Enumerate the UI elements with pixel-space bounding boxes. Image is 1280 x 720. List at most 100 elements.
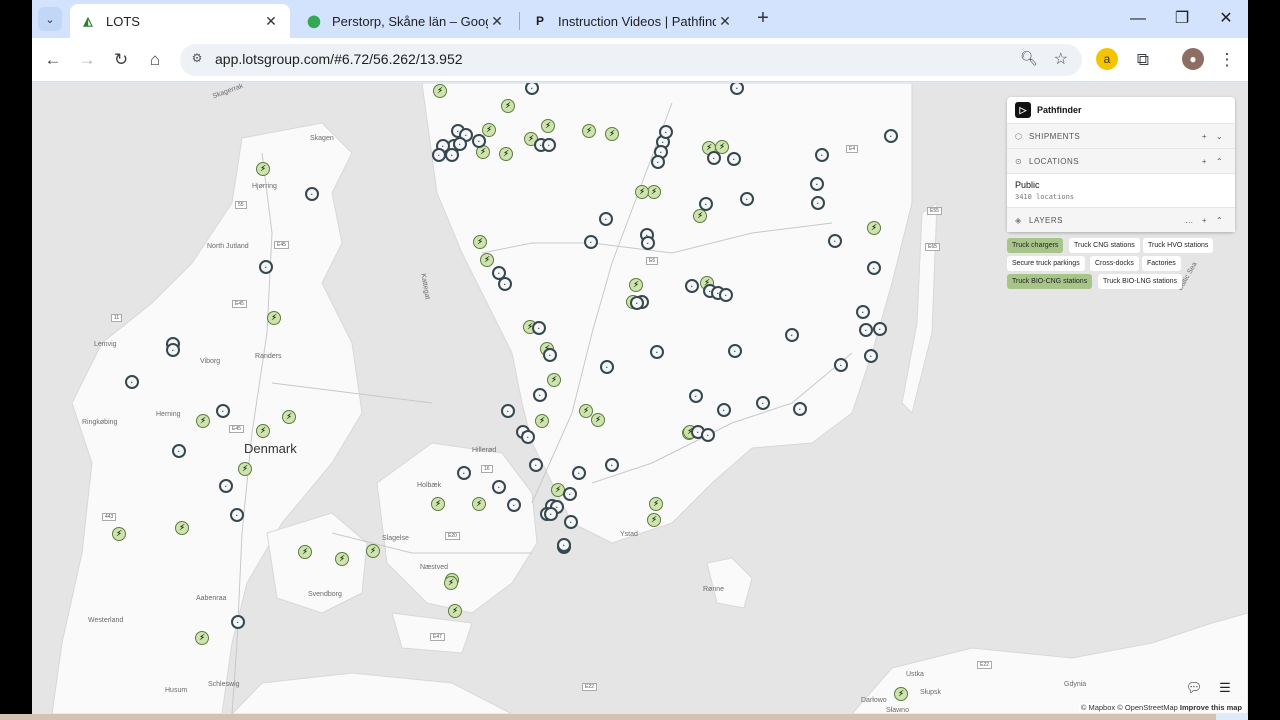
truck-charger-pin[interactable]: ⚡︎ bbox=[431, 497, 445, 511]
add-location-button[interactable]: + bbox=[1197, 157, 1212, 166]
truck-charger-pin[interactable]: ⚡︎ bbox=[894, 687, 908, 701]
map-canvas[interactable]: Skagen Hjørring North Jutland Lemvig Vib… bbox=[32, 83, 1248, 714]
truck-charger-pin[interactable]: ⚡︎ bbox=[195, 631, 209, 645]
gas-station-pin[interactable]: · bbox=[507, 498, 521, 512]
gas-station-pin[interactable]: · bbox=[557, 538, 571, 552]
close-tab-icon[interactable]: ✕ bbox=[716, 13, 734, 30]
gas-station-pin[interactable]: · bbox=[815, 148, 829, 162]
truck-charger-pin[interactable]: ⚡︎ bbox=[535, 414, 549, 428]
gas-station-pin[interactable]: · bbox=[564, 515, 578, 529]
layer-chip[interactable]: Truck BIO-CNG stations bbox=[1007, 274, 1093, 289]
layer-chip[interactable]: Factories bbox=[1142, 256, 1181, 271]
gas-station-pin[interactable]: · bbox=[599, 212, 613, 226]
truck-charger-pin[interactable]: ⚡︎ bbox=[256, 424, 270, 438]
gas-station-pin[interactable]: · bbox=[216, 404, 230, 418]
truck-charger-pin[interactable]: ⚡︎ bbox=[480, 253, 494, 267]
feedback-chat-icon[interactable]: 💬︎ bbox=[1185, 679, 1203, 697]
extensions-puzzle-icon[interactable]: ⧉ bbox=[1130, 47, 1156, 73]
truck-charger-pin[interactable]: ⚡︎ bbox=[629, 278, 643, 292]
tab-lots[interactable]: ◭ LOTS ✕ bbox=[70, 4, 290, 38]
gas-station-pin[interactable]: · bbox=[717, 403, 731, 417]
gas-station-pin[interactable]: · bbox=[685, 279, 699, 293]
gas-station-pin[interactable]: · bbox=[432, 148, 446, 162]
menu-kebab-icon[interactable]: ⋮ bbox=[1214, 47, 1240, 73]
location-list-item[interactable]: Public 3410 locations bbox=[1007, 173, 1235, 207]
layer-chip[interactable]: Truck CNG stations bbox=[1069, 238, 1140, 253]
gas-station-pin[interactable]: · bbox=[521, 430, 535, 444]
menu-hamburger-icon[interactable]: ☰ bbox=[1216, 679, 1234, 697]
url-text[interactable]: app.lotsgroup.com/#6.72/56.262/13.952 bbox=[215, 51, 463, 67]
truck-charger-pin[interactable]: ⚡︎ bbox=[256, 162, 270, 176]
gas-station-pin[interactable]: · bbox=[498, 277, 512, 291]
gas-station-pin[interactable]: · bbox=[793, 402, 807, 416]
chevron-down-icon[interactable]: ⌄ bbox=[1212, 132, 1227, 141]
truck-charger-pin[interactable]: ⚡︎ bbox=[196, 414, 210, 428]
layer-chip[interactable]: Truck chargers bbox=[1007, 238, 1064, 253]
gas-station-pin[interactable]: · bbox=[563, 487, 577, 501]
gas-station-pin[interactable]: · bbox=[529, 458, 543, 472]
gas-station-pin[interactable]: · bbox=[492, 480, 506, 494]
layer-chip[interactable]: Cross-docks bbox=[1090, 256, 1139, 271]
new-tab-button[interactable]: + bbox=[752, 8, 774, 30]
gas-station-pin[interactable]: · bbox=[125, 375, 139, 389]
truck-charger-pin[interactable]: ⚡︎ bbox=[582, 124, 596, 138]
gas-station-pin[interactable]: · bbox=[651, 155, 665, 169]
profile-avatar[interactable]: ● bbox=[1182, 48, 1204, 70]
reload-button[interactable]: ↻ bbox=[108, 47, 134, 73]
truck-charger-pin[interactable]: ⚡︎ bbox=[867, 221, 881, 235]
gas-station-pin[interactable]: · bbox=[472, 134, 486, 148]
address-bar[interactable]: ⚙ app.lotsgroup.com/#6.72/56.262/13.952 … bbox=[180, 44, 1082, 76]
gas-station-pin[interactable]: · bbox=[756, 396, 770, 410]
gas-station-pin[interactable]: · bbox=[532, 321, 546, 335]
extension-icon[interactable]: a bbox=[1096, 48, 1118, 70]
truck-charger-pin[interactable]: ⚡︎ bbox=[693, 209, 707, 223]
minimize-button[interactable]: — bbox=[1116, 6, 1160, 32]
truck-charger-pin[interactable]: ⚡︎ bbox=[472, 497, 486, 511]
gas-station-pin[interactable]: · bbox=[707, 151, 721, 165]
forward-button[interactable]: → bbox=[74, 47, 100, 73]
truck-charger-pin[interactable]: ⚡︎ bbox=[433, 84, 447, 98]
gas-station-pin[interactable]: · bbox=[641, 236, 655, 250]
gas-station-pin[interactable]: · bbox=[600, 360, 614, 374]
gas-station-pin[interactable]: · bbox=[457, 466, 471, 480]
truck-charger-pin[interactable]: ⚡︎ bbox=[366, 544, 380, 558]
truck-charger-pin[interactable]: ⚡︎ bbox=[547, 373, 561, 387]
truck-charger-pin[interactable]: ⚡︎ bbox=[591, 413, 605, 427]
gas-station-pin[interactable]: · bbox=[584, 235, 598, 249]
gas-station-pin[interactable]: · bbox=[811, 196, 825, 210]
gas-station-pin[interactable]: · bbox=[856, 305, 870, 319]
gas-station-pin[interactable]: · bbox=[785, 328, 799, 342]
gas-station-pin[interactable]: · bbox=[231, 615, 245, 629]
gas-station-pin[interactable]: · bbox=[719, 288, 733, 302]
gas-station-pin[interactable]: · bbox=[727, 152, 741, 166]
truck-charger-pin[interactable]: ⚡︎ bbox=[649, 497, 663, 511]
bookmark-star-icon[interactable]: ☆ bbox=[1054, 49, 1068, 69]
truck-charger-pin[interactable]: ⚡︎ bbox=[482, 123, 496, 137]
gas-station-pin[interactable]: · bbox=[166, 343, 180, 357]
gas-station-pin[interactable]: · bbox=[305, 187, 319, 201]
restore-button[interactable]: ❐ bbox=[1160, 6, 1204, 32]
gas-station-pin[interactable]: · bbox=[453, 137, 467, 151]
truck-charger-pin[interactable]: ⚡︎ bbox=[282, 410, 296, 424]
gas-station-pin[interactable]: · bbox=[867, 261, 881, 275]
site-settings-icon[interactable]: ⚙ bbox=[188, 51, 206, 69]
add-shipment-button[interactable]: + bbox=[1197, 132, 1212, 141]
chevron-up-icon[interactable]: ⌃ bbox=[1212, 216, 1227, 225]
gas-station-pin[interactable]: · bbox=[259, 260, 273, 274]
tab-pathfinder[interactable]: P Instruction Videos | Pathfinder ✕ bbox=[522, 4, 744, 38]
gas-station-pin[interactable]: · bbox=[828, 234, 842, 248]
gas-station-pin[interactable]: · bbox=[543, 348, 557, 362]
close-tab-icon[interactable]: ✕ bbox=[488, 13, 506, 30]
gas-station-pin[interactable]: · bbox=[864, 349, 878, 363]
truck-charger-pin[interactable]: ⚡︎ bbox=[501, 99, 515, 113]
gas-station-pin[interactable]: · bbox=[859, 323, 873, 337]
truck-charger-pin[interactable]: ⚡︎ bbox=[448, 604, 462, 618]
tab-search-button[interactable]: ⌄ bbox=[38, 7, 62, 31]
gas-station-pin[interactable]: · bbox=[834, 358, 848, 372]
gas-station-pin[interactable]: · bbox=[533, 388, 547, 402]
chevron-up-icon[interactable]: ⌃ bbox=[1212, 157, 1227, 166]
close-window-button[interactable]: ✕ bbox=[1204, 6, 1248, 32]
gas-station-pin[interactable]: · bbox=[884, 129, 898, 143]
truck-charger-pin[interactable]: ⚡︎ bbox=[175, 521, 189, 535]
truck-charger-pin[interactable]: ⚡︎ bbox=[541, 119, 555, 133]
